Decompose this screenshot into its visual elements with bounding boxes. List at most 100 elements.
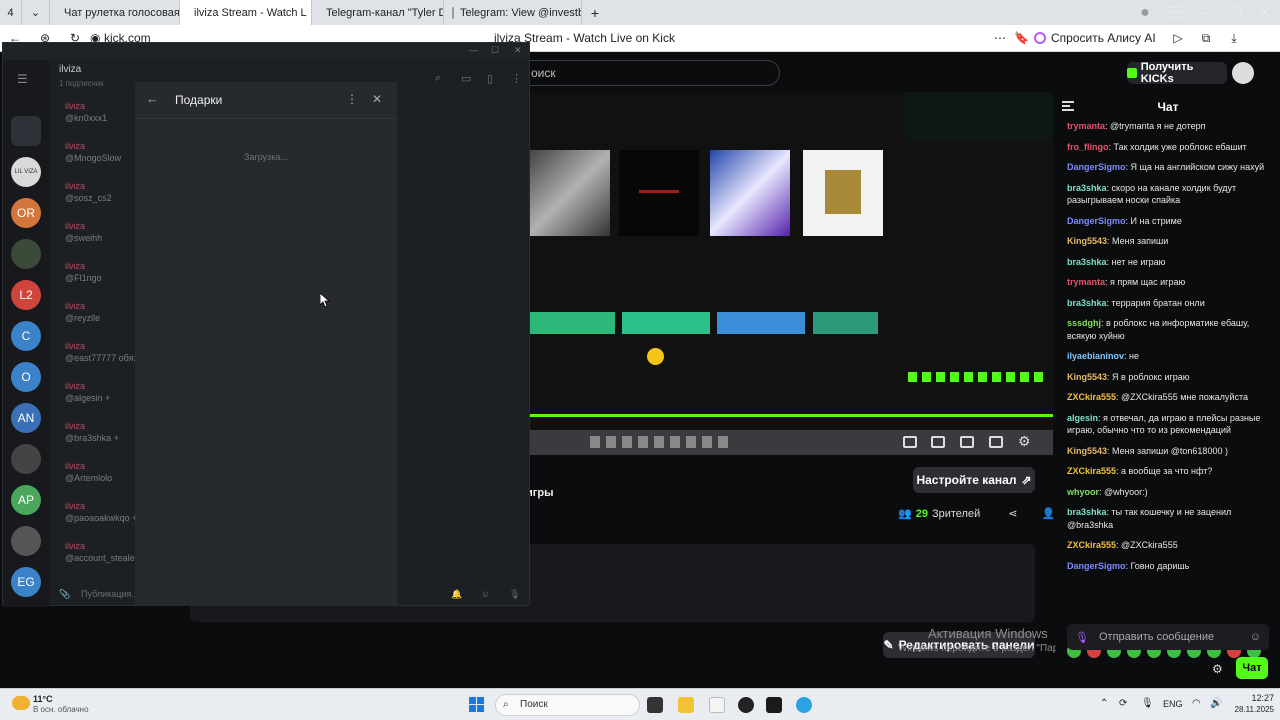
bell-icon[interactable]: 🔔	[451, 581, 462, 607]
notepad-icon[interactable]	[709, 697, 725, 713]
chat-username[interactable]: King5543	[1067, 446, 1107, 456]
profile-icon[interactable]: ●	[1130, 4, 1160, 22]
comments-icon[interactable]: ▭	[461, 72, 471, 85]
settings-icon[interactable]: ⚙	[1018, 433, 1031, 450]
chat-username[interactable]: ZXCkira555	[1067, 540, 1116, 550]
search-icon[interactable]: ⌕	[435, 72, 441, 85]
chevron-down-icon[interactable]: ⌄	[22, 0, 50, 25]
sidebar-avatar[interactable]: L2	[11, 280, 41, 310]
restore-icon[interactable]: ❐	[1220, 3, 1250, 23]
obs-icon[interactable]	[738, 697, 754, 713]
chat-username[interactable]: ZXCkira555	[1067, 392, 1116, 402]
tab-telegram-view[interactable]: Telegram: View @investb	[444, 0, 582, 25]
more-icon[interactable]: ⋮	[511, 72, 522, 85]
sidebar-avatar[interactable]: AN	[11, 403, 41, 433]
sidebar-avatar[interactable]: C	[11, 321, 41, 351]
list-item[interactable]: ilviza @account_stealer	[49, 538, 139, 578]
minimize-icon[interactable]: —	[469, 45, 478, 55]
taskbar-search[interactable]: ⌕ Поиск	[495, 694, 640, 716]
tab-chat-roulette[interactable]: Чат рулетка голосовая –	[50, 0, 180, 25]
avatar[interactable]	[1232, 62, 1254, 84]
chat-username[interactable]: bra3shka	[1067, 183, 1107, 193]
chat-username[interactable]: King5543	[1067, 372, 1107, 382]
emoji-icon[interactable]: ☺	[481, 581, 490, 607]
collapse-chat-icon[interactable]	[1062, 100, 1074, 112]
clock-time[interactable]: 12:27	[1244, 693, 1274, 703]
chat-username[interactable]: ilyaebianinov	[1067, 351, 1124, 361]
tab-telegram-channel[interactable]: Telegram-канал "Tyler Du	[312, 0, 444, 25]
more-icon[interactable]: ⋮	[346, 92, 358, 106]
search-input[interactable]: оиск	[518, 60, 780, 86]
list-item[interactable]: ilviza @MnogoSlow	[49, 138, 139, 178]
close-icon[interactable]: ✕	[372, 92, 382, 106]
chat-username[interactable]: algesin	[1067, 413, 1098, 423]
bookmark-icon[interactable]: 🔖	[1014, 31, 1034, 45]
list-item[interactable]: ilviza @sweihh	[49, 218, 139, 258]
sidebar-avatar[interactable]	[11, 116, 41, 146]
sidebar-avatar[interactable]: AP	[11, 485, 41, 515]
theatre-icon[interactable]	[960, 436, 974, 448]
chat-username[interactable]: ZXCkira555	[1067, 466, 1116, 476]
more-icon[interactable]: ⋯	[994, 31, 1014, 45]
clock-date[interactable]: 28.11.2025	[1224, 705, 1274, 714]
volume-icon[interactable]: 🔊	[1210, 698, 1222, 709]
list-item[interactable]: ilviza @Artemlolo	[49, 458, 139, 498]
chat-username[interactable]: trymanta	[1067, 121, 1105, 131]
app-icon[interactable]	[766, 697, 782, 713]
setup-channel-button[interactable]: Настройте канал ⇗	[913, 467, 1035, 493]
list-item[interactable]: ilviza @sosz_cs2	[49, 178, 139, 218]
menu-icon[interactable]: ☰	[17, 72, 28, 86]
new-tab-button[interactable]: +	[582, 0, 608, 25]
sidebar-avatar[interactable]	[11, 444, 41, 474]
chat-username[interactable]: trymanta	[1067, 277, 1105, 287]
alice-button[interactable]: Спросить Алису AI	[1034, 31, 1164, 45]
language-indicator[interactable]: ENG	[1163, 699, 1183, 709]
sidebar-avatar[interactable]: LIL VIZA	[11, 157, 41, 187]
sidebar-icon[interactable]: ▯	[487, 72, 493, 85]
chat-input[interactable]: 🎙 Отправить сообщение ☺	[1067, 624, 1269, 650]
chat-settings-icon[interactable]: ⚙	[1212, 662, 1223, 676]
minimize-icon[interactable]: —	[1190, 4, 1220, 22]
list-item[interactable]: ilviza @kn0xxx1	[49, 98, 139, 138]
list-item[interactable]: ilviza @paoaoakwkqo +	[49, 498, 139, 538]
tab-kick-stream[interactable]: ilviza Stream - Watch L✕	[180, 0, 312, 25]
list-item[interactable]: ilviza @east77777 обяза	[49, 338, 139, 378]
sidebar-avatar[interactable]	[11, 526, 41, 556]
pip-icon[interactable]	[903, 436, 917, 448]
chat-username[interactable]: bra3shka	[1067, 298, 1107, 308]
video-progress-bar[interactable]	[530, 414, 1053, 417]
chat-username[interactable]: sssdghj	[1067, 318, 1101, 328]
file-explorer-icon[interactable]	[678, 697, 694, 713]
chat-username[interactable]: bra3shka	[1067, 257, 1107, 267]
mic-icon[interactable]: 🎙	[1141, 698, 1154, 709]
telegram-icon[interactable]	[796, 697, 812, 713]
mic-icon[interactable]: 🎙	[509, 581, 520, 607]
fullscreen-icon[interactable]	[989, 436, 1003, 448]
sidebar-avatar[interactable]: EG	[11, 567, 41, 597]
get-kicks-button[interactable]: Получить KICKs	[1127, 61, 1227, 85]
maximize-icon[interactable]: ☐	[491, 45, 499, 56]
close-window-icon[interactable]: ✕	[1250, 3, 1280, 23]
task-view-icon[interactable]	[647, 697, 663, 713]
chat-username[interactable]: King5543	[1067, 236, 1107, 246]
share-icon[interactable]: ⋖	[1008, 507, 1017, 520]
tab-counter[interactable]: 4	[0, 0, 22, 25]
mic-icon[interactable]: 🎙	[1075, 631, 1089, 644]
list-item[interactable]: ilviza @reyzlle	[49, 298, 139, 338]
chat-username[interactable]: fro_flingo	[1067, 142, 1109, 152]
chevron-up-icon[interactable]: ⌃	[1100, 698, 1108, 709]
video-player[interactable]	[530, 92, 1053, 455]
clip-icon[interactable]	[931, 436, 945, 448]
wifi-icon[interactable]: ◠	[1192, 698, 1201, 709]
sync-icon[interactable]: ⟳	[1119, 698, 1127, 709]
windows-start-icon[interactable]	[469, 697, 485, 713]
close-icon[interactable]: ✕	[514, 45, 522, 56]
chat-username[interactable]: DangerSigmo	[1067, 162, 1126, 172]
follow-icon[interactable]: 👤	[1041, 507, 1055, 520]
media-icon[interactable]: ▷	[1164, 31, 1192, 45]
chat-username[interactable]: DangerSigmo	[1067, 216, 1126, 226]
chat-send-button[interactable]: Чат	[1236, 657, 1268, 679]
menu-icon[interactable]: ☰	[1160, 3, 1190, 23]
chat-username[interactable]: whyoor	[1067, 487, 1099, 497]
emoji-icon[interactable]: ☺	[1250, 631, 1261, 643]
